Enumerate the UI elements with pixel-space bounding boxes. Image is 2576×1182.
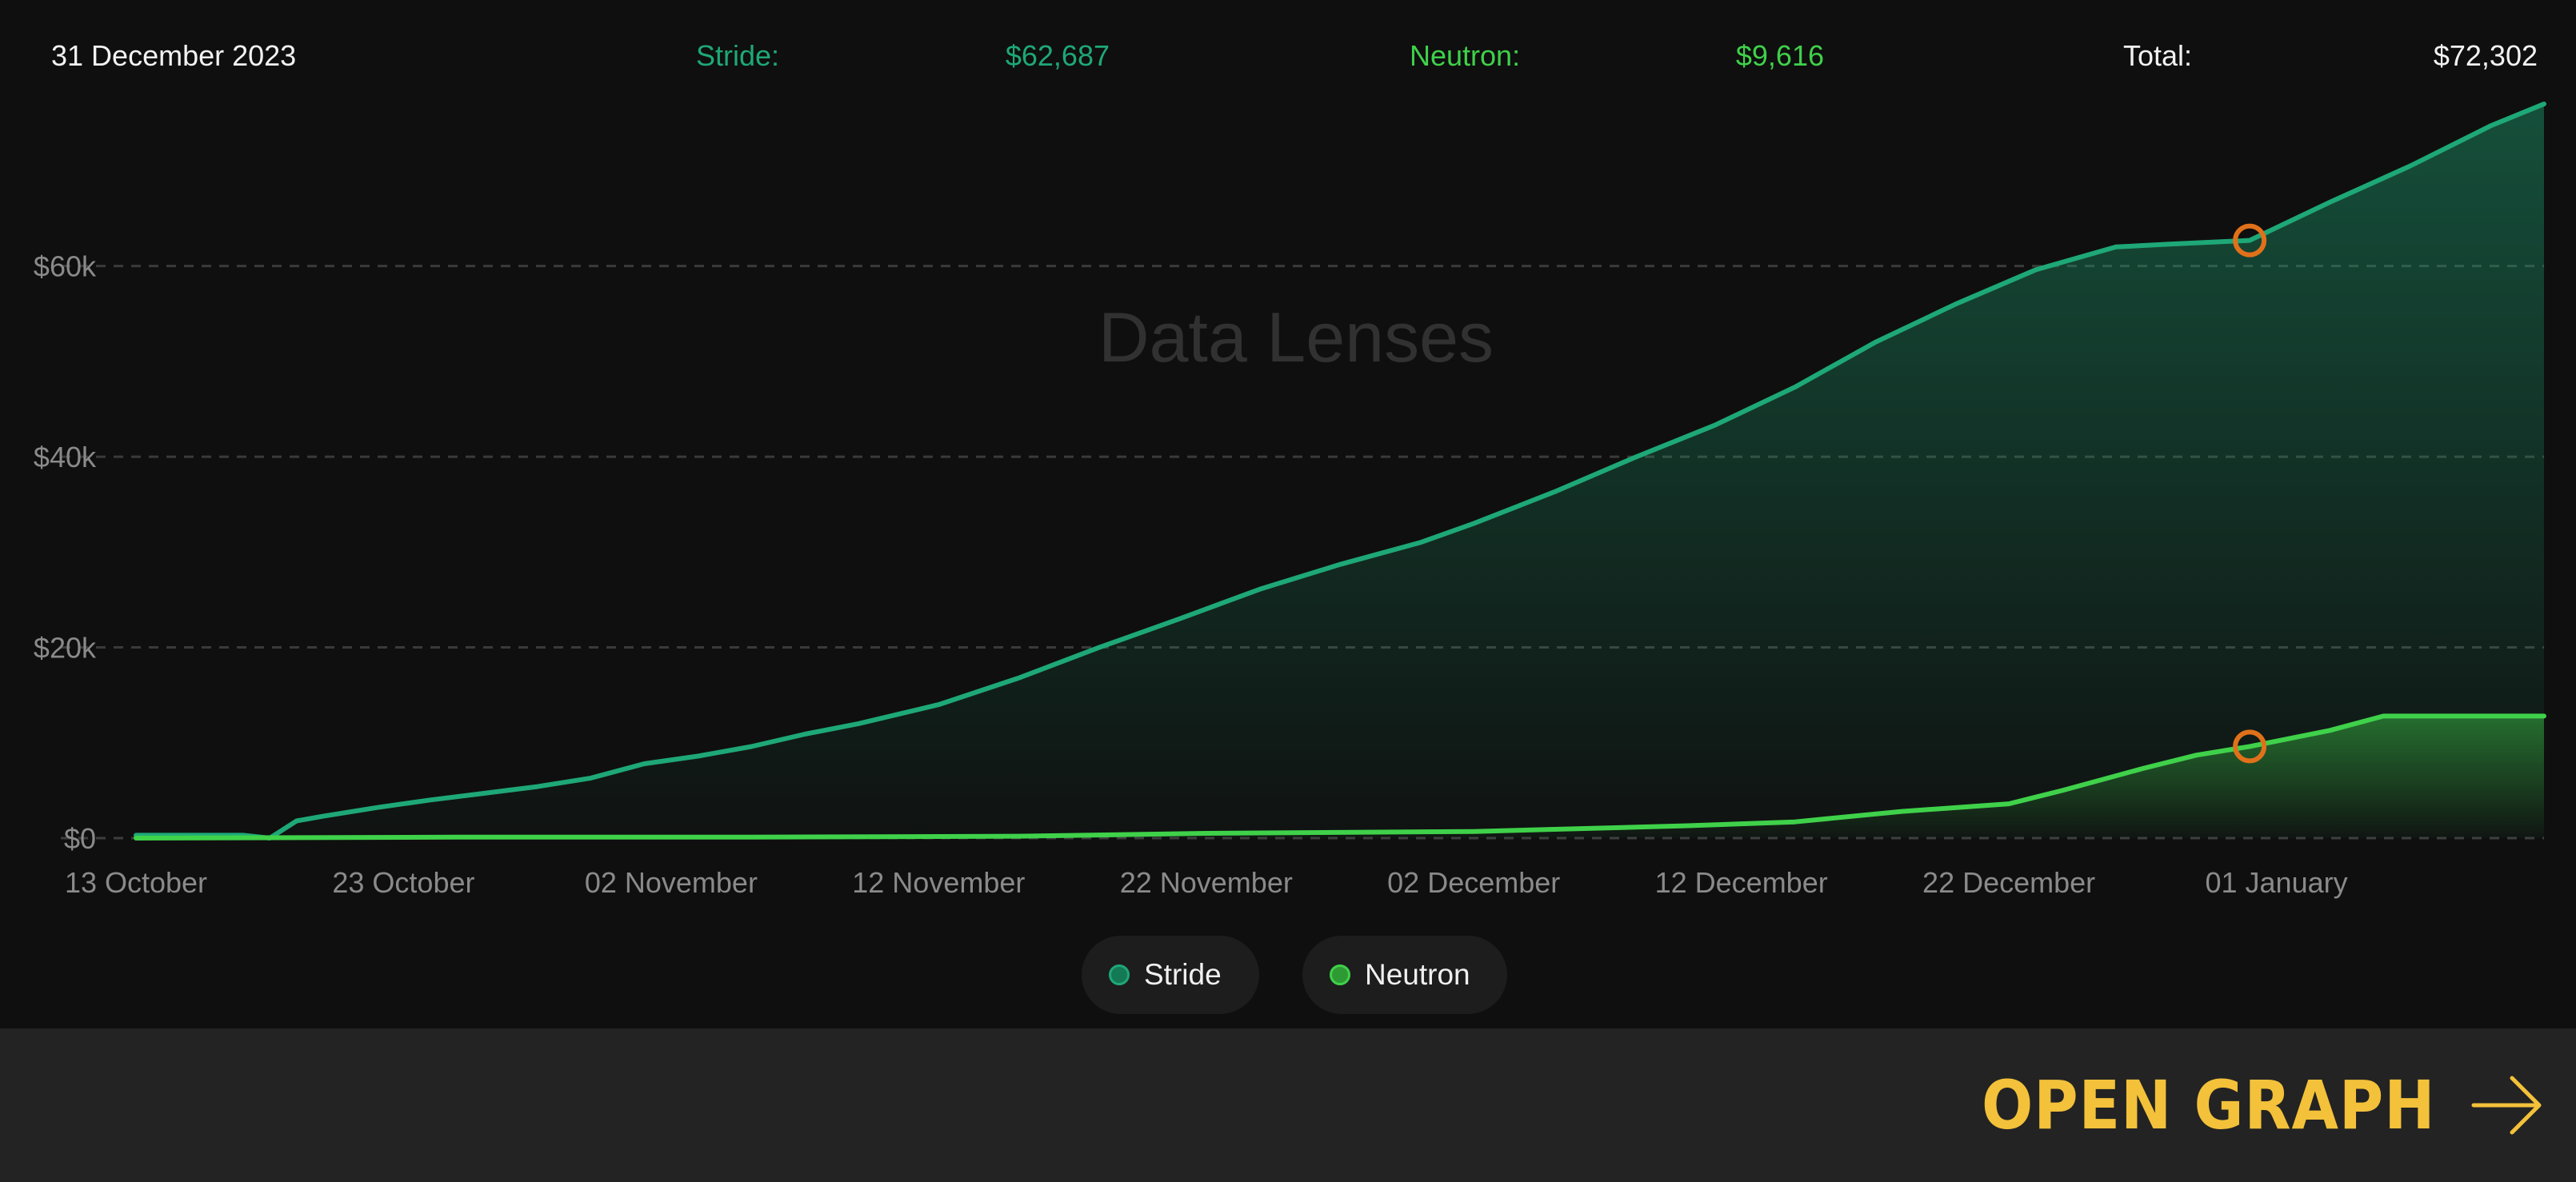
- readout-stride-label: Stride:: [696, 39, 780, 72]
- y-tick-label: $0: [64, 822, 96, 855]
- graph-card: Data Lenses $0 $20k $40k $60k 13 October 23 …: [0, 0, 2576, 1182]
- stride-area: [136, 104, 2544, 838]
- y-tick-label: $40k: [34, 441, 97, 473]
- hover-readout: 31 December 2023 Stride: $62,687 Neutron…: [0, 37, 2576, 75]
- legend-label-stride: Stride: [1144, 958, 1222, 991]
- chart-panel: Data Lenses $0 $20k $40k $60k 13 October 23 …: [0, 0, 2576, 1028]
- area-layer: [136, 104, 2544, 838]
- x-tick-label: 22 November: [1120, 866, 1293, 899]
- footer-bar: OPEN GRAPH: [0, 1028, 2576, 1182]
- x-tick-label: 01 January: [2205, 866, 2347, 899]
- x-axis-ticks: 13 October 23 October 02 November 12 Novemb…: [65, 866, 2348, 899]
- y-tick-label: $20k: [34, 632, 97, 665]
- arrow-right-icon: [2471, 1076, 2542, 1135]
- legend-item-stride[interactable]: Stride: [1082, 936, 1259, 1014]
- x-tick-label: 02 November: [585, 866, 758, 899]
- readout-neutron-label: Neutron:: [1410, 39, 1521, 72]
- legend-label-neutron: Neutron: [1365, 958, 1470, 991]
- readout-neutron-value: $9,616: [1735, 39, 1824, 72]
- open-graph-label: OPEN GRAPH: [1981, 1066, 2435, 1144]
- stride-swatch-icon: [1109, 964, 1130, 985]
- x-tick-label: 22 December: [1922, 866, 2095, 899]
- y-tick-label: $60k: [34, 250, 97, 283]
- legend-item-neutron[interactable]: Neutron: [1302, 936, 1507, 1014]
- readout-stride-value: $62,687: [1005, 39, 1110, 72]
- neutron-swatch-icon: [1330, 964, 1350, 985]
- watermark: Data Lenses: [1098, 297, 1494, 377]
- x-tick-label: 23 October: [332, 866, 474, 899]
- chart-svg: Data Lenses $0 $20k $40k $60k 13 October 23 …: [34, 102, 2546, 899]
- readout-total-value: $72,302: [2433, 39, 2538, 72]
- x-tick-label: 13 October: [65, 866, 207, 899]
- readout-date: 31 December 2023: [51, 39, 297, 72]
- readout-total-label: Total:: [2123, 39, 2193, 72]
- x-tick-label: 12 November: [852, 866, 1025, 899]
- x-tick-label: 02 December: [1387, 866, 1560, 899]
- chart-legend: Stride Neutron: [0, 936, 2576, 1014]
- y-axis-ticks: $0 $20k $40k $60k: [34, 250, 97, 855]
- open-graph-button[interactable]: OPEN GRAPH: [1931, 1028, 2544, 1182]
- x-tick-label: 12 December: [1655, 866, 1828, 899]
